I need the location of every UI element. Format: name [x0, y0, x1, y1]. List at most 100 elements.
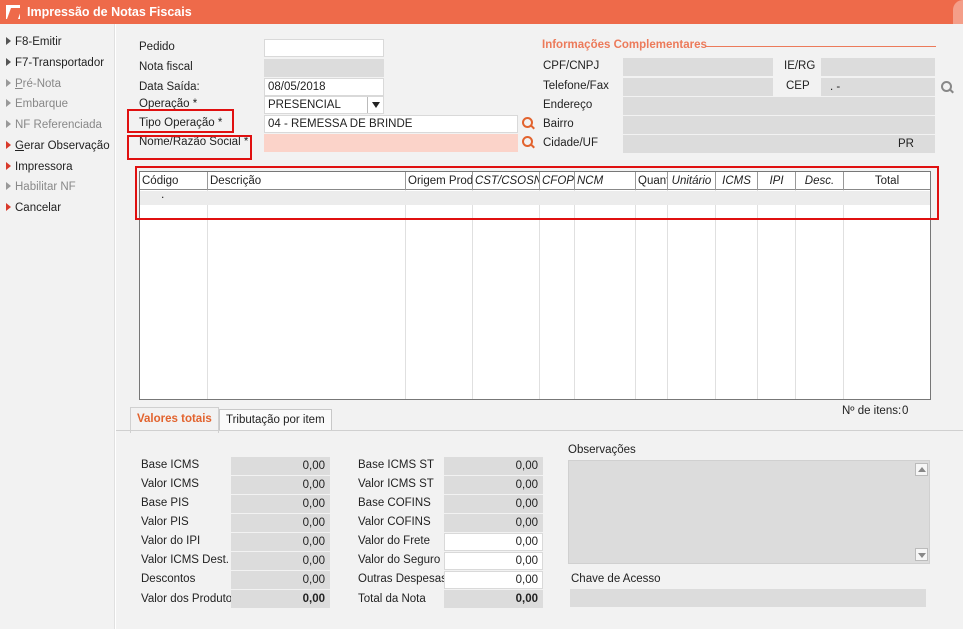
operacao-value: PRESENCIAL	[268, 99, 341, 111]
base-cofins-value[interactable]: 0,00	[444, 495, 543, 513]
window-corner	[953, 0, 963, 24]
valor-seguro-input[interactable]: 0,00	[444, 552, 543, 570]
tab-tributacao-por-item[interactable]: Tributação por item	[219, 409, 332, 431]
valor-icms-value[interactable]: 0,00	[231, 476, 330, 494]
col-desc[interactable]: Desc.	[796, 172, 844, 190]
endereco-input[interactable]	[623, 97, 935, 115]
col-icms[interactable]: ICMS	[716, 172, 758, 190]
grid-col-divider	[574, 190, 575, 399]
grid-col-divider	[715, 190, 716, 399]
valor-frete-input[interactable]: 0,00	[444, 533, 543, 551]
nome-razao-search-icon[interactable]	[522, 136, 535, 149]
valor-icms-dest-label: Valor ICMS Dest.	[141, 554, 229, 566]
cpf-cnpj-input[interactable]	[623, 58, 773, 76]
observacoes-label: Observações	[568, 444, 636, 456]
sidebar-item-embarque[interactable]: Embarque	[6, 96, 68, 112]
arrow-right-icon	[6, 141, 11, 149]
cep-search-icon[interactable]	[941, 81, 954, 94]
arrow-right-icon	[6, 37, 11, 45]
valor-seguro-label: Valor do Seguro	[358, 554, 441, 566]
col-cst-csosn[interactable]: CST/CSOSN	[473, 172, 540, 190]
valor-icms-st-label: Valor ICMS ST	[358, 478, 434, 490]
operacao-select[interactable]: PRESENCIAL	[264, 96, 384, 114]
total-nota-value[interactable]: 0,00	[444, 590, 543, 608]
tipo-operacao-input[interactable]: 04 - REMESSA DE BRINDE	[264, 115, 518, 133]
base-pis-value[interactable]: 0,00	[231, 495, 330, 513]
total-nota-label: Total da Nota	[358, 593, 426, 605]
valor-frete-label: Valor do Frete	[358, 535, 431, 547]
uf-value: PR	[898, 138, 914, 150]
grid-col-divider	[757, 190, 758, 399]
valor-produtos-value[interactable]: 0,00	[231, 590, 330, 608]
outras-despesas-label: Outras Despesas	[358, 573, 447, 585]
valor-produtos-label: Valor dos Produto	[141, 593, 233, 605]
cidade-uf-label: Cidade/UF	[543, 137, 598, 149]
sidebar-item-nf-referenciada[interactable]: NF Referenciada	[6, 117, 102, 133]
grid-col-divider	[795, 190, 796, 399]
arrow-right-icon	[6, 203, 11, 211]
valor-pis-label: Valor PIS	[141, 516, 189, 528]
ie-rg-input[interactable]	[821, 58, 935, 76]
pedido-input[interactable]	[264, 39, 384, 57]
valor-icms-st-value[interactable]: 0,00	[444, 476, 543, 494]
grid-col-divider	[539, 190, 540, 399]
main-panel: Pedido Nota fiscal Data Saída: 08/05/201…	[116, 24, 963, 629]
cep-input[interactable]: . -	[821, 78, 935, 96]
valor-icms-dest-value[interactable]: 0,00	[231, 552, 330, 570]
nome-razao-input[interactable]	[264, 134, 518, 152]
bairro-input[interactable]	[623, 116, 935, 134]
section-divider	[706, 46, 936, 47]
base-icms-value[interactable]: 0,00	[231, 457, 330, 475]
telefone-input[interactable]	[623, 78, 773, 96]
sidebar-item-impressora[interactable]: Impressora	[6, 159, 73, 175]
col-origem-prod[interactable]: Origem Prod	[406, 172, 473, 190]
arrow-right-icon	[6, 162, 11, 170]
pedido-label: Pedido	[139, 41, 175, 53]
items-grid[interactable]: Código Descrição Origem Prod CST/CSOSN C…	[139, 171, 931, 400]
col-quant[interactable]: Quant	[636, 172, 668, 190]
valor-cofins-value[interactable]: 0,00	[444, 514, 543, 532]
col-total[interactable]: Total	[844, 172, 930, 190]
sidebar-item-label: Impressora	[15, 161, 73, 173]
sidebar-item-gerar-observacao[interactable]: Gerar Observação	[6, 138, 110, 154]
sidebar-item-pre-nota[interactable]: Pré-Nota	[6, 76, 61, 92]
col-ipi[interactable]: IPI	[758, 172, 796, 190]
scroll-down-icon[interactable]	[915, 548, 928, 561]
descontos-value[interactable]: 0,00	[231, 571, 330, 589]
sidebar-item-cancelar[interactable]: Cancelar	[6, 200, 61, 216]
valor-pis-value[interactable]: 0,00	[231, 514, 330, 532]
chave-acesso-input[interactable]	[570, 589, 926, 607]
sidebar-item-emitir[interactable]: F8-Emitir	[6, 34, 62, 50]
arrow-right-icon	[6, 99, 11, 107]
tipo-operacao-search-icon[interactable]	[522, 117, 535, 130]
grid-col-divider	[405, 190, 406, 399]
sidebar-item-transportador[interactable]: F7-Transportador	[6, 55, 104, 71]
col-cfop[interactable]: CFOP	[540, 172, 575, 190]
outras-despesas-input[interactable]: 0,00	[444, 571, 543, 589]
cep-label: CEP	[786, 80, 810, 92]
data-saida-input[interactable]: 08/05/2018	[264, 78, 384, 96]
grid-header: Código Descrição Origem Prod CST/CSOSN C…	[140, 172, 930, 190]
scroll-up-icon[interactable]	[915, 463, 928, 476]
col-unitario[interactable]: Unitário	[668, 172, 716, 190]
nota-fiscal-input[interactable]	[264, 59, 384, 77]
valor-ipi-value[interactable]: 0,00	[231, 533, 330, 551]
ie-rg-label: IE/RG	[784, 60, 816, 72]
row-codigo-cell: .	[161, 187, 165, 201]
sidebar-item-habilitar-nf[interactable]: Habilitar NF	[6, 179, 76, 195]
endereco-label: Endereço	[543, 99, 593, 111]
col-descricao[interactable]: Descrição	[208, 172, 406, 190]
observacoes-textarea[interactable]	[568, 460, 930, 564]
arrow-right-icon	[6, 182, 11, 190]
cidade-input[interactable]: PR	[623, 135, 935, 153]
data-saida-label: Data Saída:	[139, 81, 200, 93]
table-row[interactable]: .	[140, 187, 930, 205]
app-logo-icon	[6, 5, 20, 19]
col-codigo[interactable]: Código	[140, 172, 208, 190]
chevron-down-icon[interactable]	[367, 97, 383, 113]
tab-bar: Valores totais Tributação por item	[116, 407, 963, 433]
grid-col-divider	[843, 190, 844, 399]
base-icms-st-value[interactable]: 0,00	[444, 457, 543, 475]
descontos-label: Descontos	[141, 573, 196, 585]
col-ncm[interactable]: NCM	[575, 172, 636, 190]
